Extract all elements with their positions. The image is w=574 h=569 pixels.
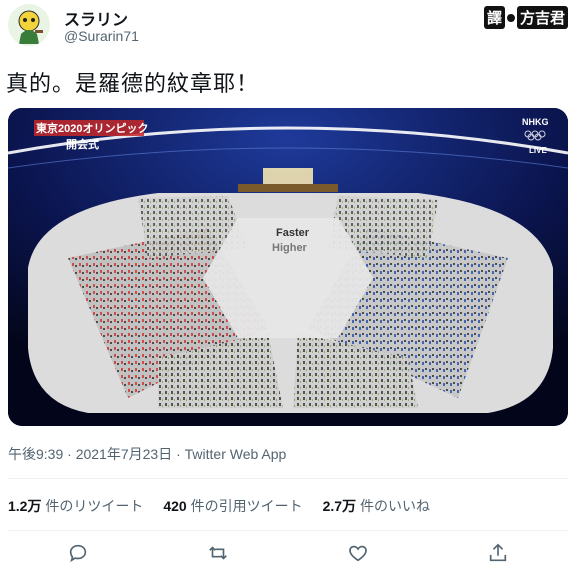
quotes-stat[interactable]: 420 件の引用ツイート	[163, 496, 302, 516]
translator-prefix: 譯	[483, 6, 505, 29]
tweet-actions	[8, 538, 568, 568]
divider	[8, 530, 568, 531]
broadcaster-logo: NHKG	[522, 117, 549, 127]
field-text-higher: Higher	[272, 242, 308, 254]
tweet-header: スラリン @Surarin71 譯 方吉君	[0, 0, 574, 52]
like-icon	[349, 545, 367, 562]
avatar-image	[18, 10, 43, 44]
retweet-button[interactable]	[203, 538, 233, 568]
translator-name: 方吉君	[516, 6, 568, 29]
translator-badge: 譯 方吉君	[483, 6, 568, 29]
retweet-icon	[209, 546, 227, 560]
quotes-label: 件の引用ツイート	[190, 498, 303, 514]
tweet-text: 真的。是羅德的紋章耶！	[6, 71, 260, 96]
likes-stat[interactable]: 2.7万 件のいいね	[323, 496, 430, 516]
share-icon	[489, 543, 507, 562]
dot-icon	[506, 13, 515, 22]
field-text-faster: Faster	[276, 227, 310, 239]
overlay-subtitle: 開会式	[66, 137, 99, 151]
user-handle[interactable]: @Surarin71	[64, 28, 139, 44]
likes-label: 件のいいね	[359, 498, 430, 514]
retweets-stat[interactable]: 1.2万 件のリツイート	[8, 496, 143, 516]
overlay-title: 東京2020オリンピック	[36, 121, 148, 135]
quotes-count: 420	[163, 498, 187, 514]
live-label: LIVE	[529, 146, 547, 155]
retweets-label: 件のリツイート	[45, 498, 144, 514]
likes-count: 2.7万	[322, 498, 357, 514]
share-button[interactable]	[483, 538, 513, 568]
retweets-count: 1.2万	[8, 498, 42, 514]
avatar[interactable]	[8, 4, 50, 46]
tweet-media-image[interactable]: Faster Higher 東京2020オリンピック 開会式 NHKG LIVE	[8, 108, 568, 426]
like-button[interactable]	[343, 538, 373, 568]
tweet-stats: 1.2万 件のリツイート 420 件の引用ツイート 2.7万 件のいいね	[8, 496, 430, 516]
display-name[interactable]: スラリン	[64, 6, 128, 30]
reply-icon	[69, 544, 87, 563]
tweet-timestamp[interactable]: 午後9:39 · 2021年7月23日 · Twitter Web App	[8, 444, 286, 464]
reply-button[interactable]	[63, 538, 93, 568]
divider	[8, 478, 568, 479]
